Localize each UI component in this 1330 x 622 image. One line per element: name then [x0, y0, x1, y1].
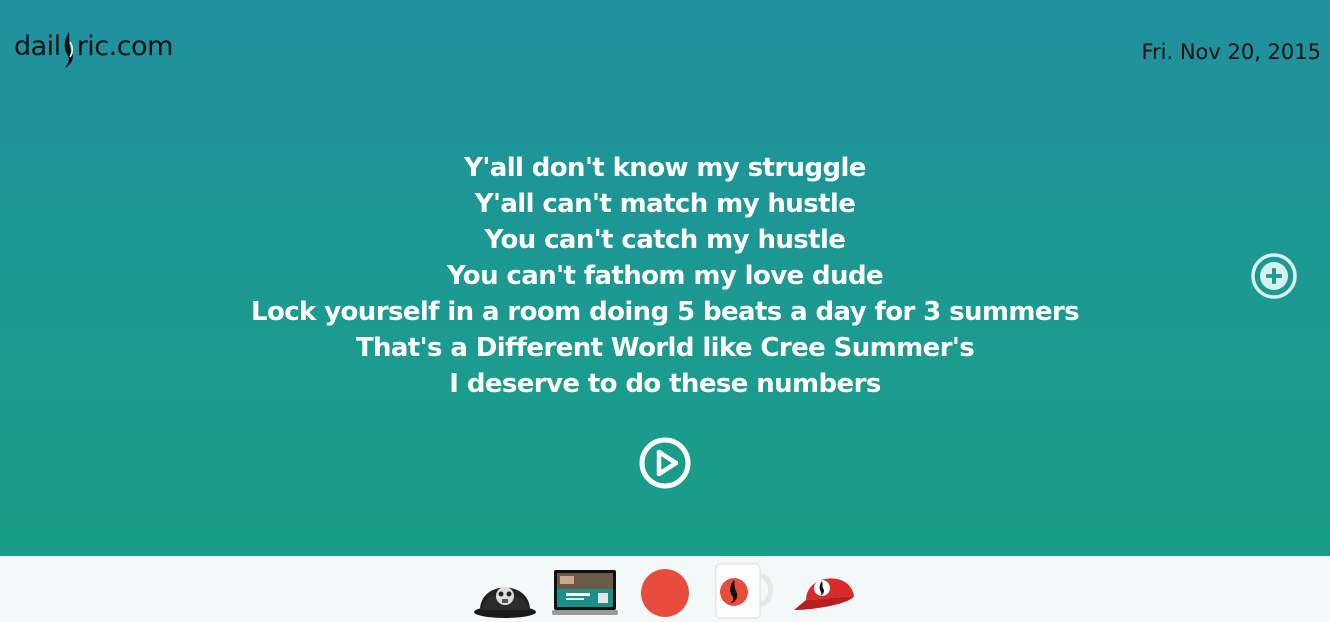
logo-text-right: ric.com — [76, 31, 174, 62]
circle-icon — [641, 569, 689, 617]
logo-text-left: dail — [14, 31, 61, 62]
lyric-line: That's a Different World like Cree Summe… — [355, 333, 975, 363]
site-logo[interactable]: dail ric.com — [14, 22, 174, 68]
cap-icon — [794, 578, 854, 610]
lyric-line: You can't catch my hustle — [484, 225, 846, 255]
lyric-line: Y'all don't know my struggle — [464, 153, 866, 183]
current-date: Fri. Nov 20, 2015 — [1141, 40, 1321, 64]
lyrics-block: Y'all don't know my struggle Y'all can't… — [0, 150, 1330, 402]
play-button[interactable] — [638, 436, 692, 490]
lyric-line: I deserve to do these numbers — [449, 369, 881, 399]
product-logo-mug[interactable] — [712, 560, 776, 620]
laptop-icon — [552, 570, 618, 615]
product-strip — [0, 556, 1330, 622]
hat-icon — [474, 587, 536, 618]
logo-mark-icon — [60, 30, 78, 70]
product-red-cap[interactable] — [792, 560, 856, 620]
mug-icon — [715, 563, 773, 619]
plus-circle-icon — [1251, 253, 1297, 299]
lyric-line: Lock yourself in a room doing 5 beats a … — [251, 297, 1080, 327]
product-red-circle[interactable] — [634, 560, 698, 620]
lyric-line: You can't fathom my love dude — [446, 261, 884, 291]
lyric-line: Y'all can't match my hustle — [474, 189, 856, 219]
add-button[interactable] — [1250, 252, 1298, 300]
play-circle-icon — [639, 437, 691, 489]
product-black-snapback-hat[interactable] — [472, 560, 536, 620]
product-laptop-screen[interactable] — [552, 560, 618, 620]
